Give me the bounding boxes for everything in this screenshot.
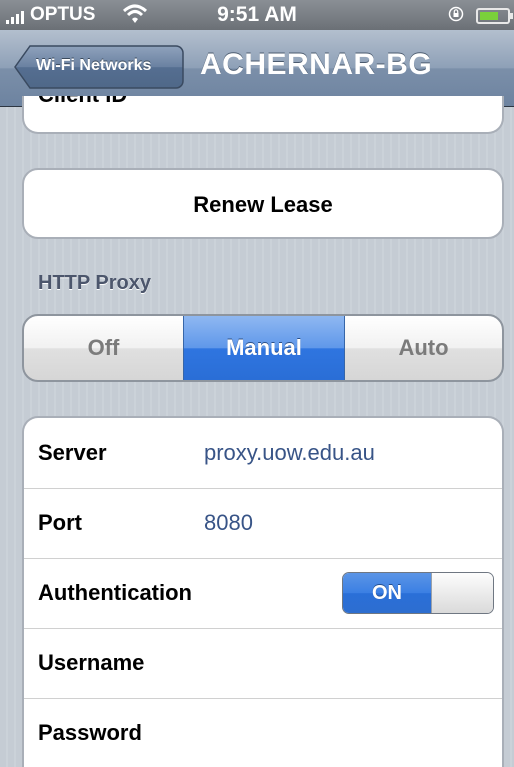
back-button-label: Wi-Fi Networks — [36, 57, 152, 74]
password-label: Password — [38, 720, 142, 745]
status-bar: OPTUS 9:51 AM — [0, 0, 514, 30]
toggle-knob[interactable] — [431, 573, 493, 613]
segment-manual[interactable]: Manual — [183, 316, 345, 380]
renew-lease-label: Renew Lease — [193, 192, 333, 217]
orientation-lock-icon — [448, 6, 464, 22]
server-row[interactable]: Server proxy.uow.edu.au — [24, 418, 502, 489]
http-proxy-header: HTTP Proxy — [38, 272, 151, 294]
segment-off[interactable]: Off — [24, 316, 184, 380]
authentication-row: Authentication ON — [24, 558, 502, 629]
username-row[interactable]: Username — [24, 628, 502, 699]
client-id-label: Client ID — [38, 96, 127, 108]
password-row[interactable]: Password — [24, 698, 502, 767]
status-time: 9:51 AM — [217, 3, 297, 26]
back-button[interactable]: Wi-Fi Networks — [14, 45, 184, 89]
client-id-row[interactable]: Client ID — [22, 96, 504, 134]
authentication-label: Authentication — [38, 580, 192, 605]
server-field[interactable]: proxy.uow.edu.au — [204, 440, 375, 466]
server-label: Server — [38, 440, 107, 465]
segment-auto[interactable]: Auto — [345, 316, 502, 380]
page-title: ACHERNAR-BG — [200, 48, 433, 81]
renew-lease-button[interactable]: Renew Lease — [22, 168, 504, 239]
http-proxy-segmented-control: Off Manual Auto — [22, 314, 504, 382]
authentication-toggle[interactable]: ON — [342, 572, 494, 614]
port-row[interactable]: Port 8080 — [24, 488, 502, 559]
username-label: Username — [38, 650, 145, 675]
port-label: Port — [38, 510, 82, 535]
port-field[interactable]: 8080 — [204, 510, 253, 536]
toggle-on-label: ON — [343, 573, 431, 613]
battery-icon — [476, 8, 513, 24]
proxy-settings-table: Server proxy.uow.edu.au Port 8080 Authen… — [22, 416, 504, 767]
